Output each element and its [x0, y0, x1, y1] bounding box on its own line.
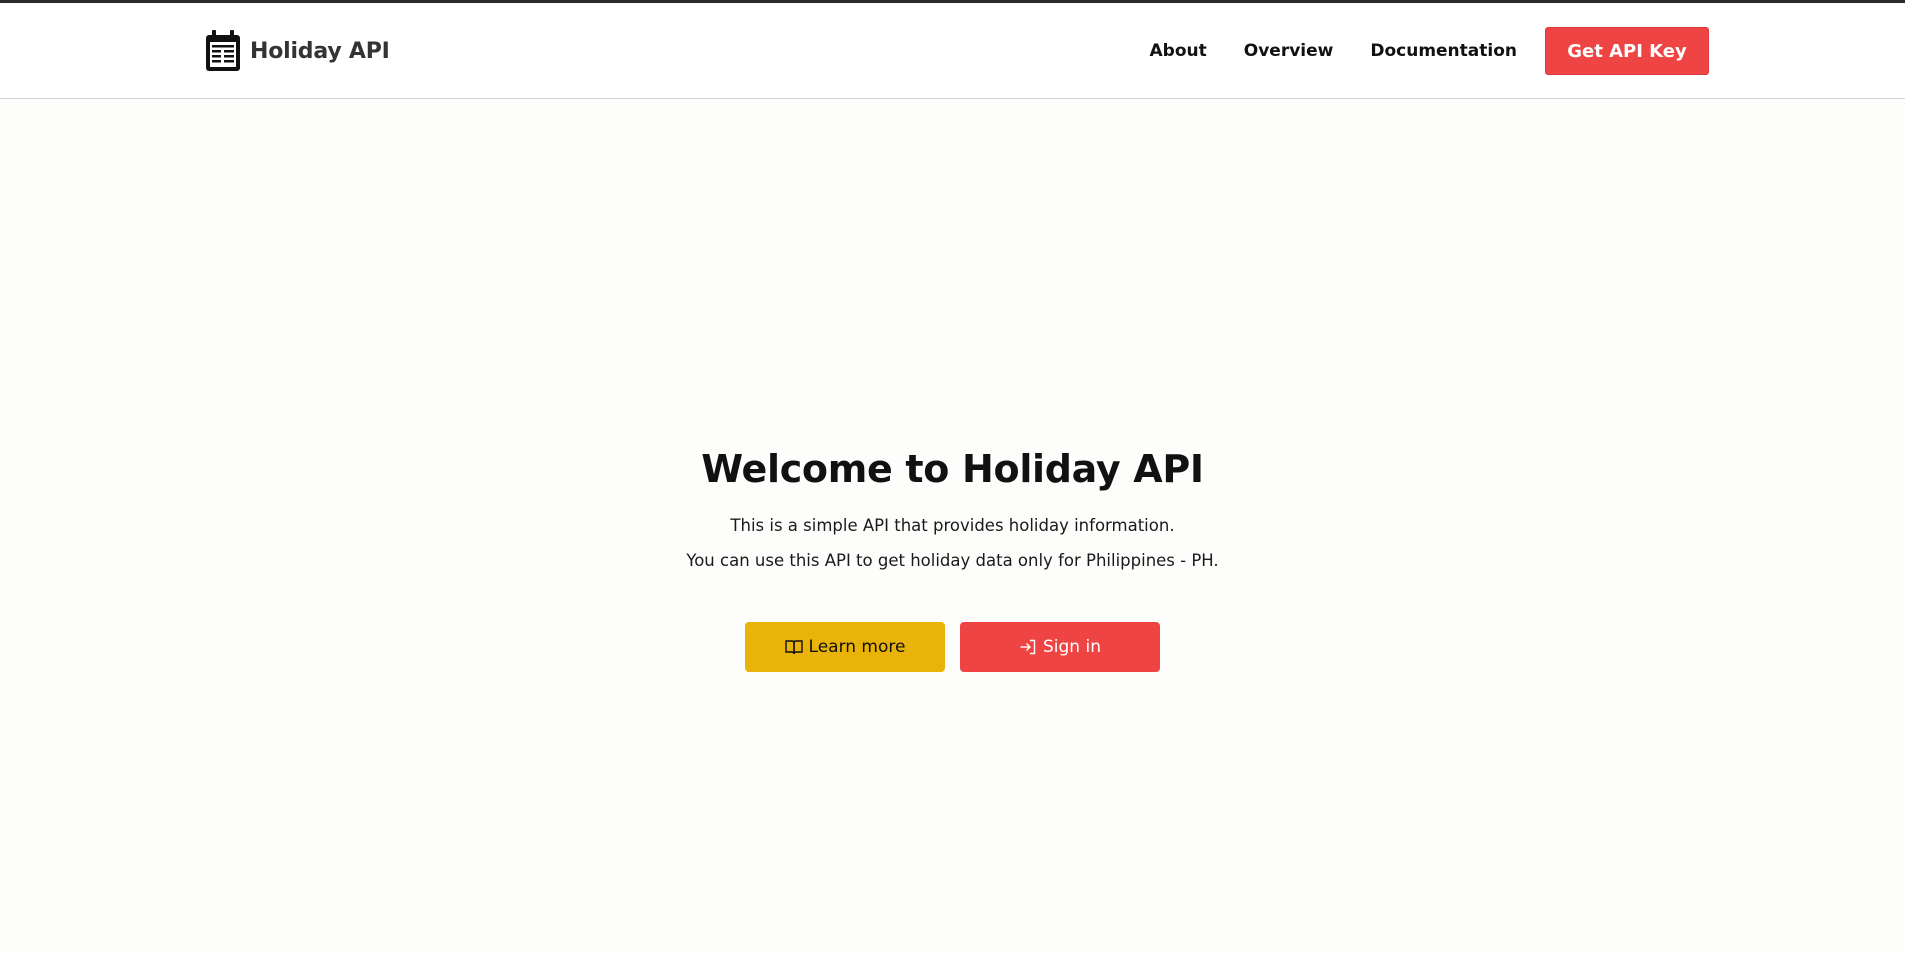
sign-in-label: Sign in — [1043, 637, 1101, 657]
primary-nav: About Overview Documentation Get API Key — [1150, 27, 1709, 75]
sign-in-button[interactable]: Sign in — [960, 622, 1160, 672]
nav-link-overview[interactable]: Overview — [1244, 41, 1334, 61]
hero-section: Welcome to Holiday API This is a simple … — [0, 0, 1905, 953]
learn-more-label: Learn more — [808, 637, 906, 657]
get-api-key-button[interactable]: Get API Key — [1545, 27, 1709, 75]
book-open-icon — [784, 640, 803, 655]
hero-description: This is a simple API that provides holid… — [730, 516, 1175, 535]
nav-link-about[interactable]: About — [1150, 41, 1207, 61]
get-api-key-label: Get API Key — [1567, 40, 1687, 62]
learn-more-button[interactable]: Learn more — [745, 622, 945, 672]
navbar: Holiday API About Overview Documentation… — [0, 3, 1905, 99]
brand-name: Holiday API — [250, 38, 390, 64]
brand-link[interactable]: Holiday API — [204, 29, 390, 73]
hero-title: Welcome to Holiday API — [701, 447, 1204, 491]
calendar-icon — [206, 30, 240, 71]
nav-link-documentation[interactable]: Documentation — [1370, 41, 1517, 61]
sign-in-icon — [1020, 639, 1036, 655]
hero-actions: Learn more Sign in — [745, 622, 1160, 672]
hero-subdescription: You can use this API to get holiday data… — [686, 551, 1219, 570]
